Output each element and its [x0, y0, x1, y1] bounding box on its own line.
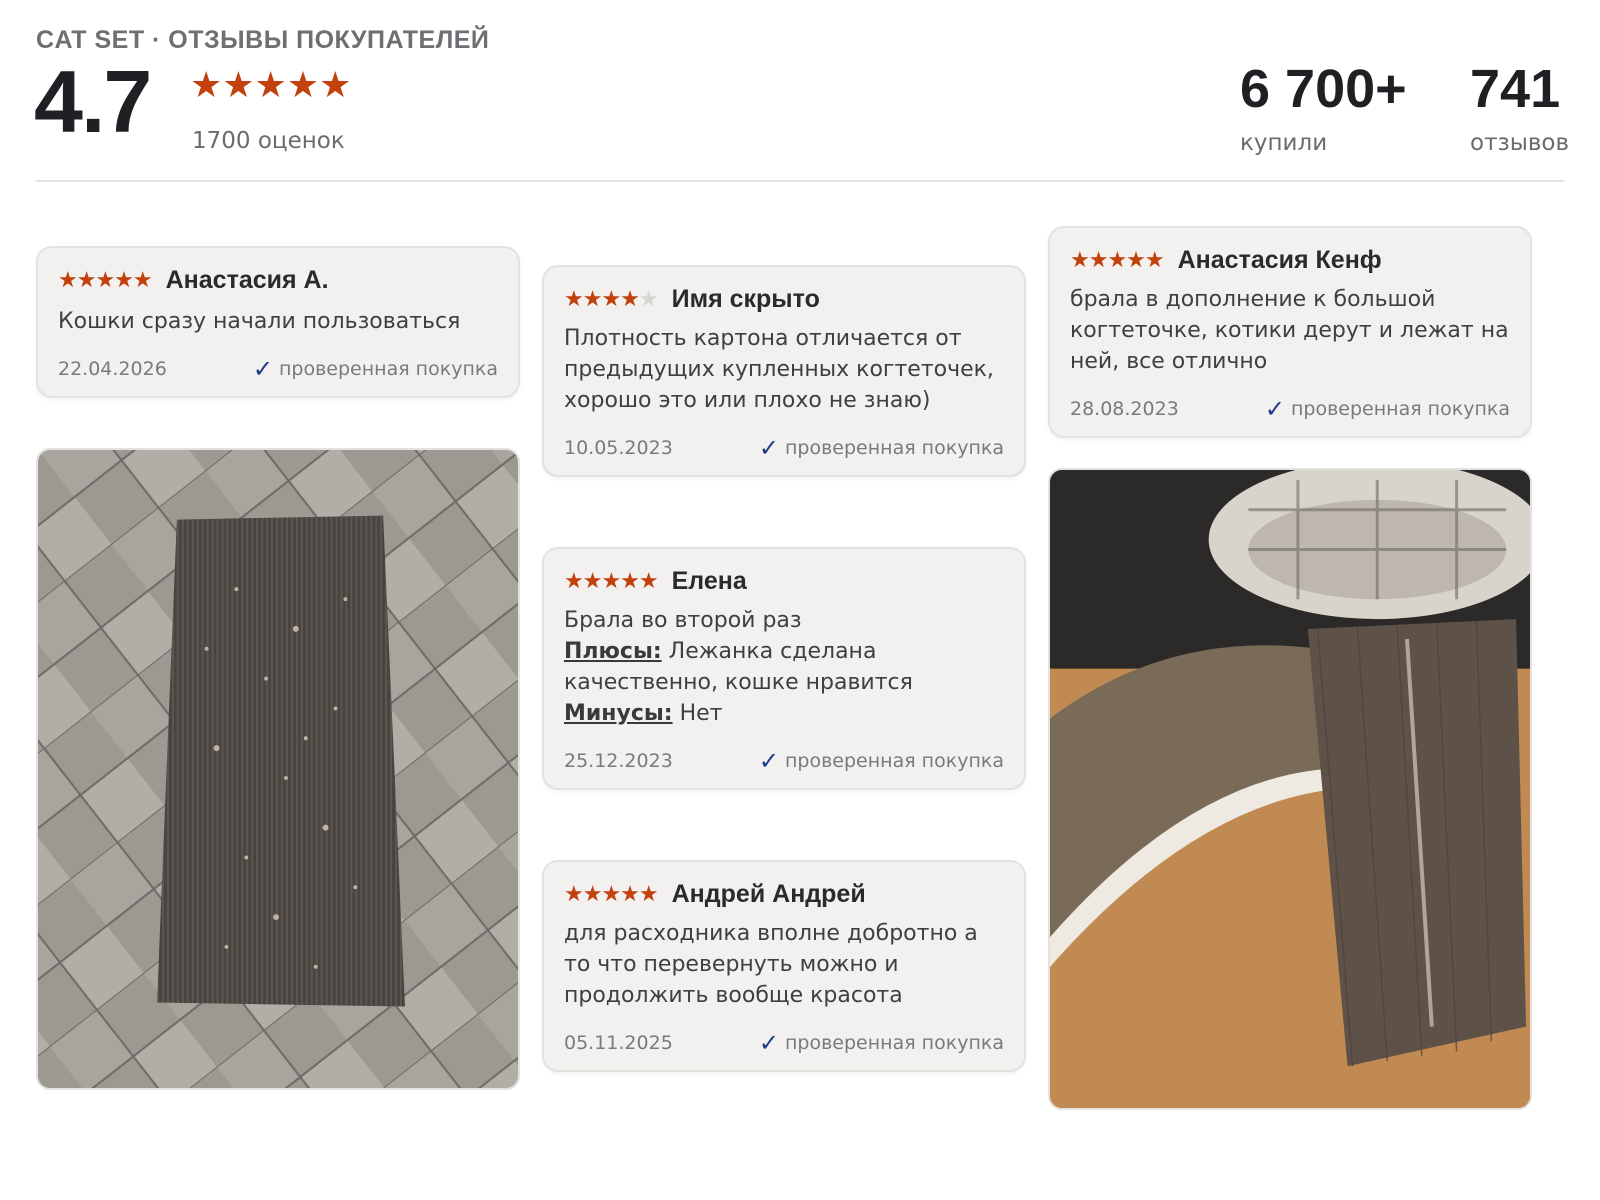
header-divider [36, 180, 1564, 182]
review-author[interactable]: Анастасия А. [166, 266, 329, 295]
review-comment: Брала во второй раз [564, 608, 802, 633]
review-card[interactable]: ★★★★★ Елена Брала во второй раз Плюсы: Л… [542, 547, 1026, 790]
checkmark-icon: ✓ [252, 355, 273, 383]
review-card[interactable]: ★★★★★ Имя скрыто Плотность картона отлич… [542, 265, 1026, 477]
stat-bought: 6 700+ купили [1240, 62, 1407, 156]
review-card[interactable]: ★★★★★ Анастасия А. Кошки сразу начали по… [36, 246, 520, 398]
review-date: 28.08.2023 [1070, 398, 1179, 420]
verified-badge: ✓ проверенная покупка [252, 355, 498, 383]
checkmark-icon: ✓ [758, 747, 779, 775]
review-stars: ★★★★★ [58, 268, 153, 293]
average-rating: 4.7 [34, 52, 152, 151]
cons-label: Минусы: [564, 701, 673, 726]
review-date: 22.04.2026 [58, 358, 167, 380]
review-text: Плотность картона отличается от предыдущ… [564, 326, 994, 413]
brand-title: CAT SET · ОТЗЫВЫ ПОКУПАТЕЛЕЙ [36, 26, 490, 54]
rating-stars: ★★★★★ [190, 65, 352, 106]
scratchers-bed-photo-image [1050, 470, 1530, 1108]
review-header: ★★★★★ Имя скрыто [564, 285, 820, 314]
review-photo[interactable] [1048, 468, 1532, 1110]
review-stars: ★★★★★ [1070, 248, 1165, 273]
review-photo[interactable] [36, 448, 520, 1090]
review-stars: ★★★★★ [564, 569, 659, 594]
review-pros: Плюсы: Лежанка сделана качественно, кошк… [564, 636, 1006, 698]
review-stars: ★★★★★ [564, 882, 659, 907]
review-author[interactable]: Андрей Андрей [672, 880, 866, 909]
review-date: 25.12.2023 [564, 750, 673, 772]
review-stars: ★★★★★ [564, 287, 659, 312]
reviews-label: отзывов [1470, 130, 1570, 156]
verified-badge: ✓ проверенная покупка [758, 434, 1004, 462]
review-author[interactable]: Анастасия Кенф [1178, 246, 1382, 275]
review-card[interactable]: ★★★★★ Андрей Андрей для расходника вполн… [542, 860, 1026, 1072]
bought-label: купили [1240, 130, 1328, 156]
verified-badge: ✓ проверенная покупка [758, 1029, 1004, 1057]
review-date: 10.05.2023 [564, 437, 673, 459]
review-author[interactable]: Елена [672, 567, 747, 596]
verified-badge: ✓ проверенная покупка [1264, 395, 1510, 423]
verified-badge: ✓ проверенная покупка [758, 747, 1004, 775]
review-author[interactable]: Имя скрыто [672, 285, 820, 314]
reviews-value: 741 [1470, 59, 1561, 119]
ratings-count: 1700 оценок [192, 128, 345, 154]
review-header: ★★★★★ Елена [564, 567, 747, 596]
review-text: для расходника вполне добротно а то что … [564, 921, 978, 1008]
bought-value: 6 700+ [1240, 59, 1407, 119]
cons-text: Нет [672, 701, 723, 726]
review-text: Кошки сразу начали пользоваться [58, 309, 461, 334]
review-header: ★★★★★ Анастасия Кенф [1070, 246, 1382, 275]
checkmark-icon: ✓ [1264, 395, 1285, 423]
checkmark-icon: ✓ [758, 1029, 779, 1057]
checkmark-icon: ✓ [758, 434, 779, 462]
review-text: брала в дополнение к большой когтеточке,… [1070, 287, 1509, 374]
review-date: 05.11.2025 [564, 1032, 673, 1054]
scratcher-photo-image [38, 450, 518, 1088]
review-card[interactable]: ★★★★★ Анастасия Кенф брала в дополнение … [1048, 226, 1532, 438]
review-text: Брала во второй раз Плюсы: Лежанка сдела… [564, 605, 1006, 729]
review-cons: Минусы: Нет [564, 698, 1006, 729]
pros-label: Плюсы: [564, 639, 662, 664]
stat-reviews: 741 отзывов [1470, 62, 1569, 156]
review-header: ★★★★★ Анастасия А. [58, 266, 329, 295]
review-header: ★★★★★ Андрей Андрей [564, 880, 866, 909]
